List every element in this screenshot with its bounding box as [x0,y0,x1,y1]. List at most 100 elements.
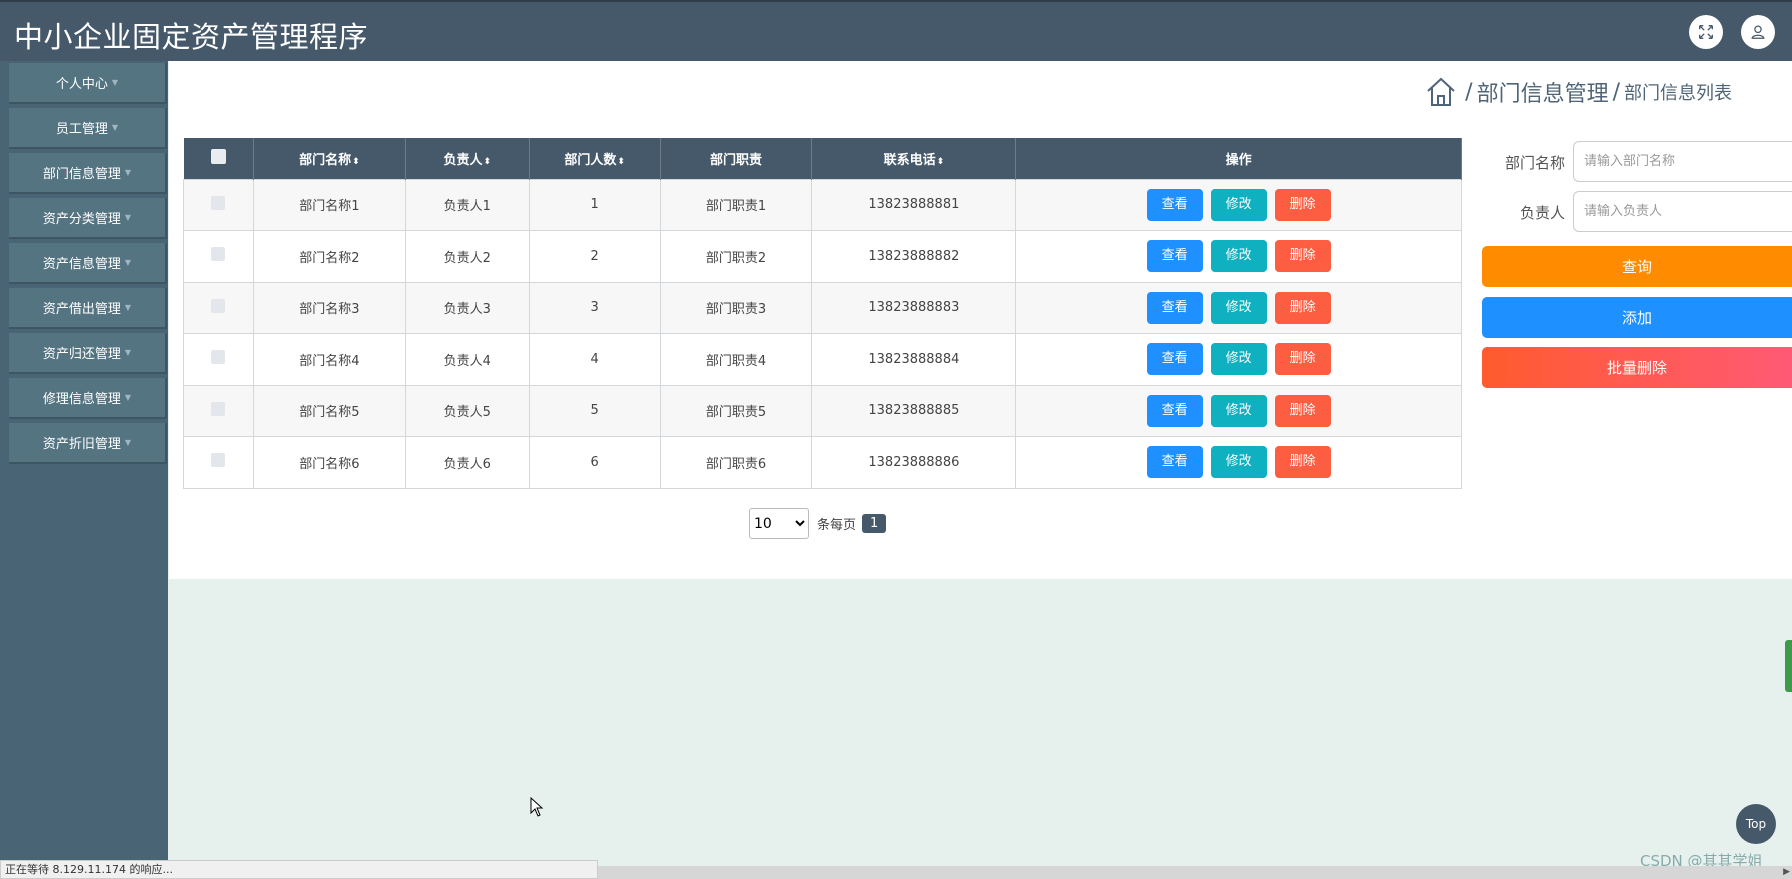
delete-button[interactable]: 删除 [1274,291,1331,324]
sidebar: 个人中心 ▼ 员工管理 ▼ 部门信息管理 ▼ 资产分类管理 ▼ 资产信息管理 ▼ 资产借出… [0,61,168,879]
table-row: 部门名称1 负责人1 1 部门职责1 13823888881 查看 修改 删除 [183,178,1462,231]
view-button[interactable]: 查看 [1146,291,1203,324]
cell-leader: 负责人5 [404,384,530,437]
caret-down-icon: ▼ [124,258,132,267]
sort-icon: ⬍ [352,156,360,167]
cell-count: 5 [528,384,661,437]
sidebar-item-asset-category[interactable]: 资产分类管理 ▼ [9,198,167,239]
leader-label: 负责人 [1519,204,1565,222]
cell-phone: 13823888885 [811,384,1017,437]
row-select-cell [183,384,254,437]
breadcrumb-separator: / [1465,79,1473,105]
row-checkbox[interactable] [211,350,226,365]
sidebar-item-asset-return[interactable]: 资产归还管理 ▼ [9,333,167,374]
column-header-name[interactable]: 部门名称⬍ [253,138,406,179]
sidebar-item-label: 资产分类管理 [42,212,121,227]
caret-down-icon: ▼ [111,78,119,87]
column-header-label: 部门职责 [709,152,762,168]
column-header-count[interactable]: 部门人数⬍ [529,138,661,179]
breadcrumb-department-management[interactable]: 部门信息管理 [1477,76,1609,108]
cell-actions: 查看 修改 删除 [1015,230,1462,283]
edit-button[interactable]: 修改 [1210,188,1267,221]
delete-button[interactable]: 删除 [1274,188,1331,221]
delete-button[interactable]: 删除 [1274,343,1331,376]
cell-leader: 负责人6 [404,436,530,489]
sidebar-item-department[interactable]: 部门信息管理 ▼ [9,153,167,194]
row-checkbox[interactable] [211,453,226,468]
row-checkbox[interactable] [211,195,226,210]
horizontal-scrollbar[interactable]: ▶ [598,866,1792,879]
row-select-cell [183,281,254,334]
cell-phone: 13823888884 [811,333,1017,386]
cell-count: 2 [528,230,661,283]
sidebar-item-label: 员工管理 [55,122,108,137]
delete-button[interactable]: 删除 [1274,446,1331,479]
column-header-label: 负责人 [443,152,483,168]
page-size-select[interactable]: 10 [749,508,809,539]
sidebar-item-label: 资产折旧管理 [42,437,121,452]
sidebar-item-depreciation[interactable]: 资产折旧管理 ▼ [9,423,167,464]
cell-phone: 13823888882 [811,230,1017,283]
sidebar-item-asset-lend[interactable]: 资产借出管理 ▼ [9,288,167,329]
row-checkbox[interactable] [211,298,226,313]
table-row: 部门名称3 负责人3 3 部门职责3 13823888883 查看 修改 删除 [183,281,1462,334]
row-checkbox[interactable] [211,401,226,416]
back-to-top-button[interactable]: Top [1736,804,1776,844]
view-button[interactable]: 查看 [1146,394,1203,427]
table-header-row: 部门名称⬍ 负责人⬍ 部门人数⬍ 部门职责 联系电话⬍ 操作 [183,138,1462,179]
scroll-right-arrow-icon[interactable]: ▶ [1783,867,1790,877]
table-row: 部门名称2 负责人2 2 部门职责2 13823888882 查看 修改 删除 [183,230,1462,283]
user-button[interactable] [1741,15,1775,49]
sidebar-item-repair[interactable]: 修理信息管理 ▼ [9,378,167,419]
edit-button[interactable]: 修改 [1210,394,1267,427]
view-button[interactable]: 查看 [1146,240,1203,273]
side-tab-handle[interactable] [1785,640,1792,692]
leader-input[interactable] [1573,191,1792,232]
delete-button[interactable]: 删除 [1274,394,1331,427]
column-header-leader[interactable]: 负责人⬍ [405,138,530,179]
cell-name: 部门名称4 [252,333,406,386]
sidebar-item-label: 个人中心 [55,77,108,92]
select-all-checkbox[interactable] [210,148,226,164]
page-number-button[interactable]: 1 [862,514,887,533]
cell-duty: 部门职责5 [659,384,813,437]
department-name-input[interactable] [1573,141,1792,182]
cell-count: 6 [528,436,661,489]
edit-button[interactable]: 修改 [1210,240,1267,273]
edit-button[interactable]: 修改 [1210,446,1267,479]
breadcrumb-separator: / [1612,79,1620,105]
cell-actions: 查看 修改 删除 [1015,333,1462,386]
column-header-actions: 操作 [1015,138,1462,179]
cell-duty: 部门职责2 [659,230,813,283]
caret-down-icon: ▼ [124,348,132,357]
sidebar-item-label: 修理信息管理 [42,392,121,407]
department-table: 部门名称⬍ 负责人⬍ 部门人数⬍ 部门职责 联系电话⬍ 操作 部门名称1 负责人… [183,138,1462,489]
edit-button[interactable]: 修改 [1210,343,1267,376]
home-icon[interactable] [1425,76,1457,108]
sidebar-item-asset-info[interactable]: 资产信息管理 ▼ [9,243,167,284]
user-icon [1751,25,1765,39]
query-button[interactable]: 查询 [1482,246,1792,287]
cell-duty: 部门职责4 [659,333,813,386]
view-button[interactable]: 查看 [1146,188,1203,221]
bulk-delete-button[interactable]: 批量删除 [1482,347,1792,388]
edit-button[interactable]: 修改 [1210,291,1267,324]
column-header-phone[interactable]: 联系电话⬍ [811,138,1017,179]
view-button[interactable]: 查看 [1146,446,1203,479]
sidebar-item-label: 资产归还管理 [42,347,121,362]
delete-button[interactable]: 删除 [1274,240,1331,273]
browser-status-bar: 正在等待 8.129.11.174 的响应... [0,860,598,879]
table-row: 部门名称4 负责人4 4 部门职责4 13823888884 查看 修改 删除 [183,333,1462,386]
per-page-label: 条每页 [817,518,857,533]
cell-leader: 负责人4 [404,333,530,386]
row-select-cell [183,436,254,489]
add-button[interactable]: 添加 [1482,297,1792,338]
table-row: 部门名称6 负责人6 6 部门职责6 13823888886 查看 修改 删除 [183,436,1462,489]
row-checkbox[interactable] [211,247,226,262]
sidebar-item-personal-center[interactable]: 个人中心 ▼ [9,63,167,104]
cell-leader: 负责人3 [404,281,530,334]
sidebar-item-employee[interactable]: 员工管理 ▼ [9,108,167,149]
fullscreen-button[interactable] [1689,15,1723,49]
view-button[interactable]: 查看 [1146,343,1203,376]
pagination: 10 条每页 1 [749,508,887,539]
